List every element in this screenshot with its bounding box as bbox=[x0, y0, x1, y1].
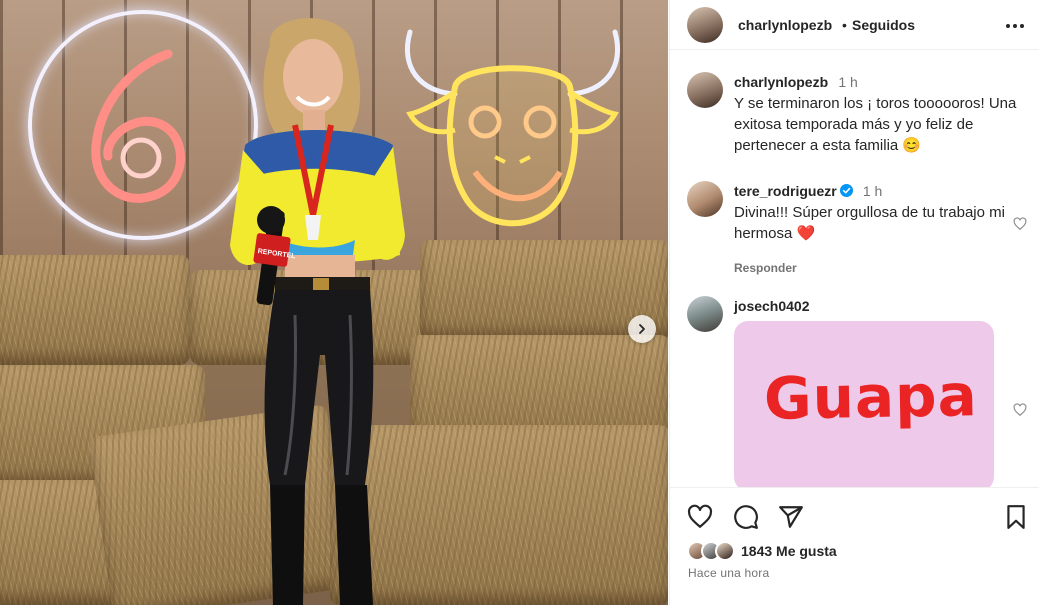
author-username[interactable]: charlynlopezb bbox=[738, 17, 832, 33]
sticker-image: Guapa bbox=[734, 321, 994, 487]
comment-time: 1 h bbox=[838, 74, 858, 90]
share-icon[interactable] bbox=[778, 504, 804, 530]
hay-bale bbox=[0, 255, 190, 365]
commenter-avatar[interactable] bbox=[687, 181, 723, 217]
likes-summary[interactable]: 1843 Me gusta bbox=[687, 540, 837, 562]
comment-text: Y se terminaron los ¡ toros toooooros! U… bbox=[734, 95, 1017, 154]
likes-count[interactable]: 1843 Me gusta bbox=[741, 543, 837, 559]
next-photo-button[interactable] bbox=[628, 315, 656, 343]
post-actions-footer: 1843 Me gusta Hace una hora bbox=[670, 487, 1039, 605]
post-photo: REPORTEL bbox=[0, 0, 668, 605]
neon-bull-sign bbox=[404, 29, 621, 227]
like-comment-heart-icon[interactable] bbox=[1013, 217, 1027, 231]
more-options-icon[interactable] bbox=[1004, 16, 1026, 36]
like-comment-heart-icon[interactable] bbox=[1013, 403, 1027, 417]
post-header: charlynlopezb • Seguidos bbox=[670, 0, 1039, 50]
sticker-text: Guapa bbox=[763, 361, 979, 433]
person-figure: REPORTEL bbox=[230, 18, 405, 605]
follow-status-button[interactable]: Seguidos bbox=[852, 17, 915, 33]
comment-item: tere_rodriguezr 1 h Divina!!! Súper orgu… bbox=[687, 181, 1027, 281]
comment-time: 1 h bbox=[862, 183, 883, 199]
author-avatar[interactable] bbox=[687, 7, 723, 43]
comment-icon[interactable] bbox=[733, 504, 759, 530]
comment-username[interactable]: charlynlopezb bbox=[734, 74, 828, 90]
verified-badge-icon bbox=[839, 184, 853, 197]
chevron-right-icon bbox=[639, 324, 645, 334]
comments-list: charlynlopezb 1 h Y se terminaron los ¡ … bbox=[670, 51, 1039, 487]
comment-username[interactable]: tere_rodriguezr bbox=[734, 183, 837, 199]
liker-avatar bbox=[715, 541, 735, 561]
comment-username[interactable]: josech0402 bbox=[734, 298, 810, 314]
commenter-avatar[interactable] bbox=[687, 296, 723, 332]
header-separator: • bbox=[842, 17, 847, 33]
post-details-panel: charlynlopezb • Seguidos charlynlopezb 1… bbox=[669, 0, 1039, 605]
caption-comment: charlynlopezb 1 h Y se terminaron los ¡ … bbox=[687, 72, 1027, 162]
neon-six-sign bbox=[91, 49, 185, 203]
reply-button[interactable]: Responder bbox=[734, 258, 1019, 278]
comment-text: Divina!!! Súper orgullosa de tu trabajo … bbox=[734, 204, 1005, 242]
author-avatar[interactable] bbox=[687, 72, 723, 108]
post-timestamp: Hace una hora bbox=[688, 566, 770, 580]
comment-item: josech0402 Guapa bbox=[687, 296, 1027, 487]
heart-icon[interactable] bbox=[687, 504, 713, 530]
bookmark-icon[interactable] bbox=[1003, 504, 1029, 530]
